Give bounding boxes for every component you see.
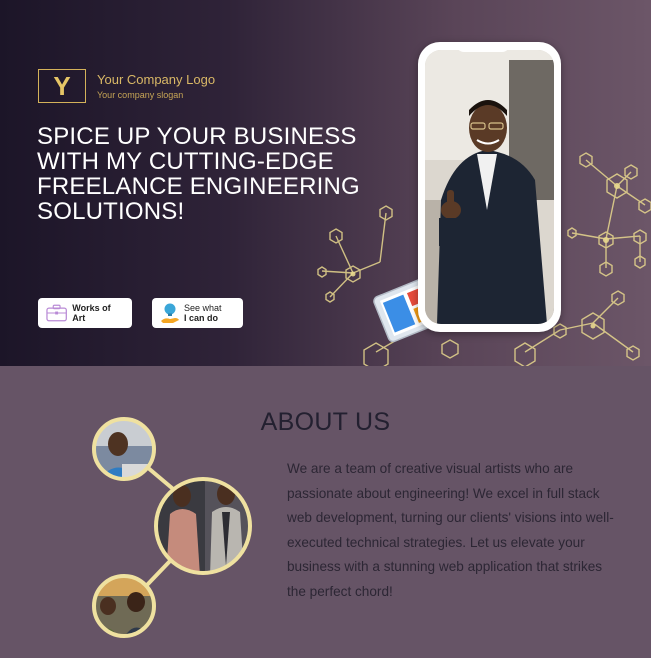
logo-letter: Y bbox=[53, 71, 71, 101]
hero-section: Y Your Company Logo Your company slogan … bbox=[0, 0, 651, 366]
company-logo[interactable]: Y Your Company Logo Your company slogan bbox=[38, 69, 215, 103]
hero-headline: SPICE UP YOUR BUSINESS WITH MY CUTTING-E… bbox=[37, 123, 360, 225]
about-section: ABOUT US We are a team of creative visua… bbox=[0, 366, 651, 658]
works-label-pre: Works of bbox=[72, 303, 111, 313]
see-label-line1: See what bbox=[184, 303, 222, 313]
about-description: We are a team of creative visual artists… bbox=[287, 461, 614, 599]
phone-notch bbox=[456, 42, 510, 52]
see-label-line2: I can do bbox=[184, 313, 219, 323]
man-giving-thumbs-up-photo bbox=[425, 50, 554, 324]
logo-text-block: Your Company Logo Your company slogan bbox=[97, 72, 215, 100]
works-of-art-button[interactable]: Works of Art bbox=[38, 298, 132, 328]
see-what-i-can-do-button[interactable]: See what I can do bbox=[152, 298, 243, 328]
two-men-standing-photo bbox=[156, 479, 250, 573]
works-label-bold: Art bbox=[72, 313, 86, 323]
logo-mark: Y bbox=[38, 69, 86, 103]
briefcase-icon bbox=[46, 304, 67, 322]
company-slogan: Your company slogan bbox=[97, 90, 184, 100]
company-name: Your Company Logo bbox=[97, 72, 216, 87]
lightbulb-hand-icon bbox=[161, 303, 179, 323]
phone-mockup bbox=[418, 42, 561, 332]
about-title: ABOUT US bbox=[260, 408, 391, 436]
